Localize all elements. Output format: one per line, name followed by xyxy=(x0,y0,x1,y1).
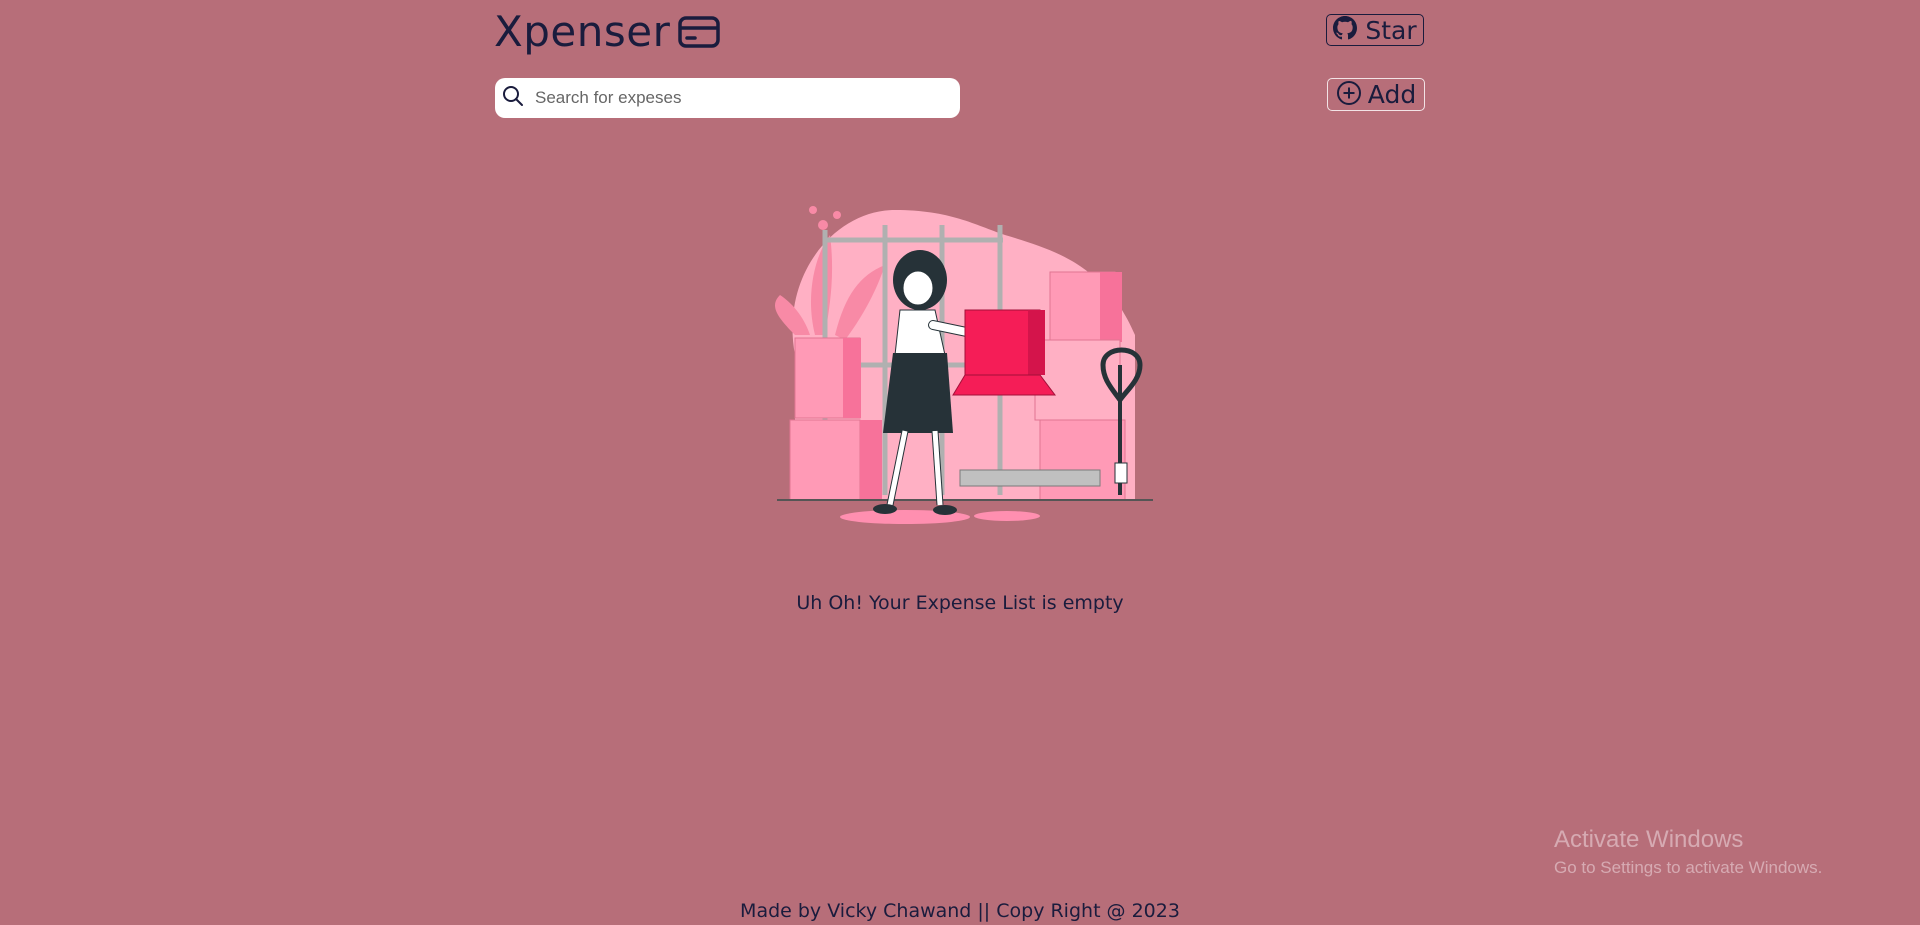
watermark-title: Activate Windows xyxy=(1554,826,1744,853)
credit-card-icon xyxy=(678,15,721,49)
brand-title: Xpenser xyxy=(494,7,671,56)
windows-activation-watermark: Activate Windows Go to Settings to activ… xyxy=(1554,826,1822,878)
empty-list-message: Uh Oh! Your Expense List is empty xyxy=(796,592,1124,614)
empty-state-illustration xyxy=(775,195,1155,525)
search-bar[interactable] xyxy=(495,78,960,118)
watermark-subtitle: Go to Settings to activate Windows. xyxy=(1554,858,1823,877)
github-icon xyxy=(1333,16,1358,44)
plus-circle-icon xyxy=(1336,80,1362,110)
brand[interactable]: Xpenser xyxy=(494,6,721,58)
footer-credit: Made by Vicky Chawand || Copy Right @ 20… xyxy=(740,900,1180,922)
add-expense-button[interactable]: Add xyxy=(1327,78,1425,111)
search-input[interactable] xyxy=(533,87,937,109)
search-icon xyxy=(501,84,525,112)
star-label: Star xyxy=(1365,15,1417,45)
github-star-button[interactable]: Star xyxy=(1326,14,1424,46)
page: Xpenser Star Search for expeses Add Uh O… xyxy=(0,0,1920,925)
add-label: Add xyxy=(1367,80,1417,109)
